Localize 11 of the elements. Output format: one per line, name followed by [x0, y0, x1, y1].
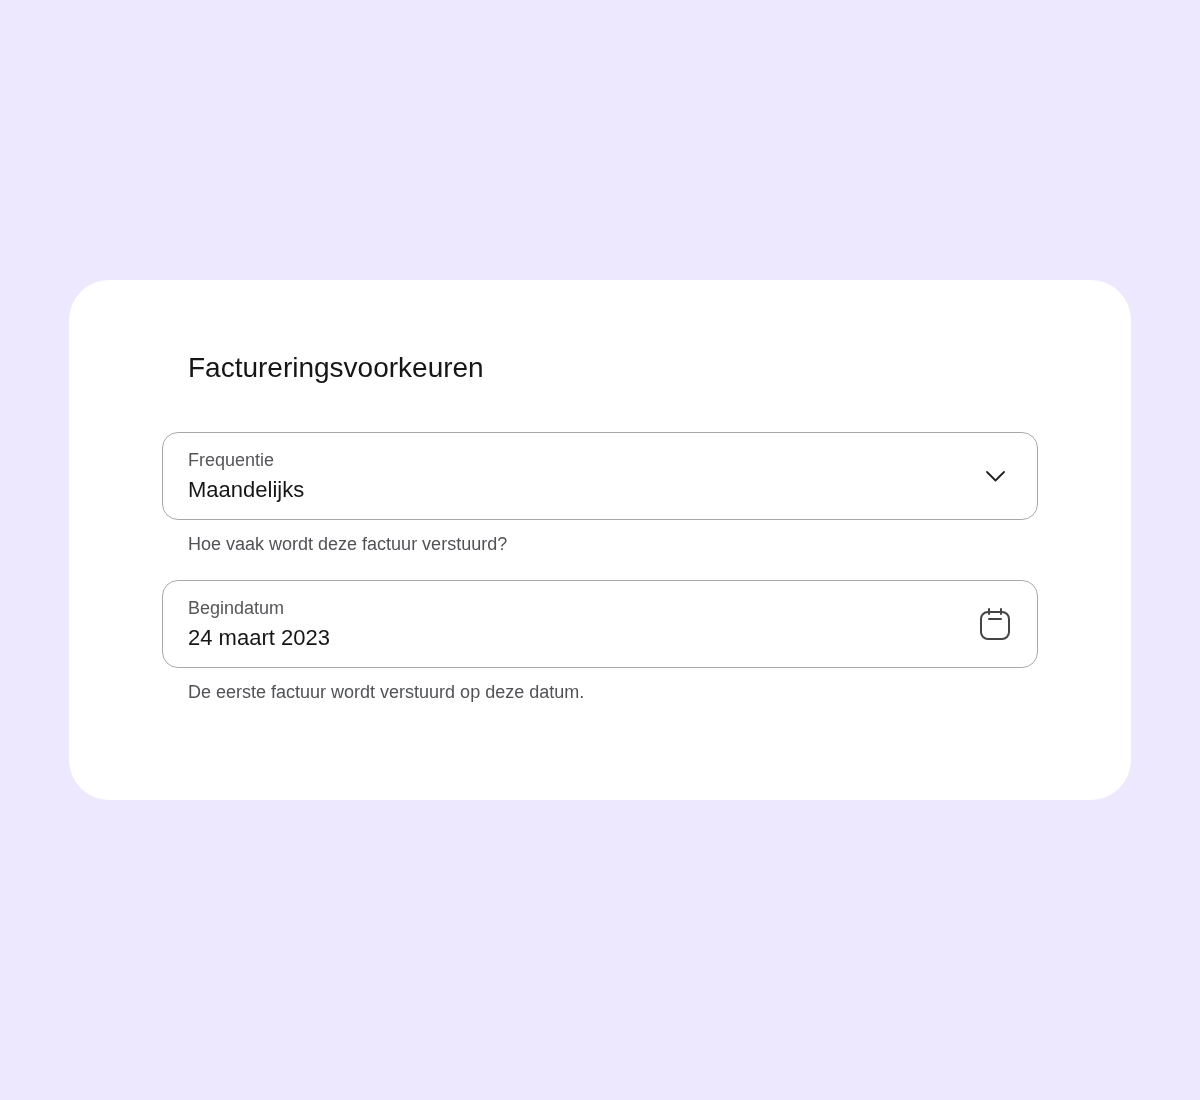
- field-label: Frequentie: [188, 449, 275, 470]
- helper-text: De eerste factuur wordt verstuurd op deze datum.: [188, 681, 586, 704]
- helper-text: Hoe vaak wordt deze factuur verstuurd?: [188, 533, 509, 556]
- field-label: Begindatum: [188, 597, 285, 618]
- date-field[interactable]: Begindatum 24 maart 2023: [162, 580, 1038, 668]
- dropdown-field[interactable]: Frequentie Maandelijks: [162, 432, 1038, 520]
- chevron-down-icon: [986, 470, 1005, 482]
- field-value: Maandelijks: [188, 476, 305, 503]
- calendar-icon: [980, 608, 1010, 640]
- form-title: Factureringsvoorkeuren: [188, 351, 485, 385]
- field-value: 24 maart 2023: [188, 624, 330, 651]
